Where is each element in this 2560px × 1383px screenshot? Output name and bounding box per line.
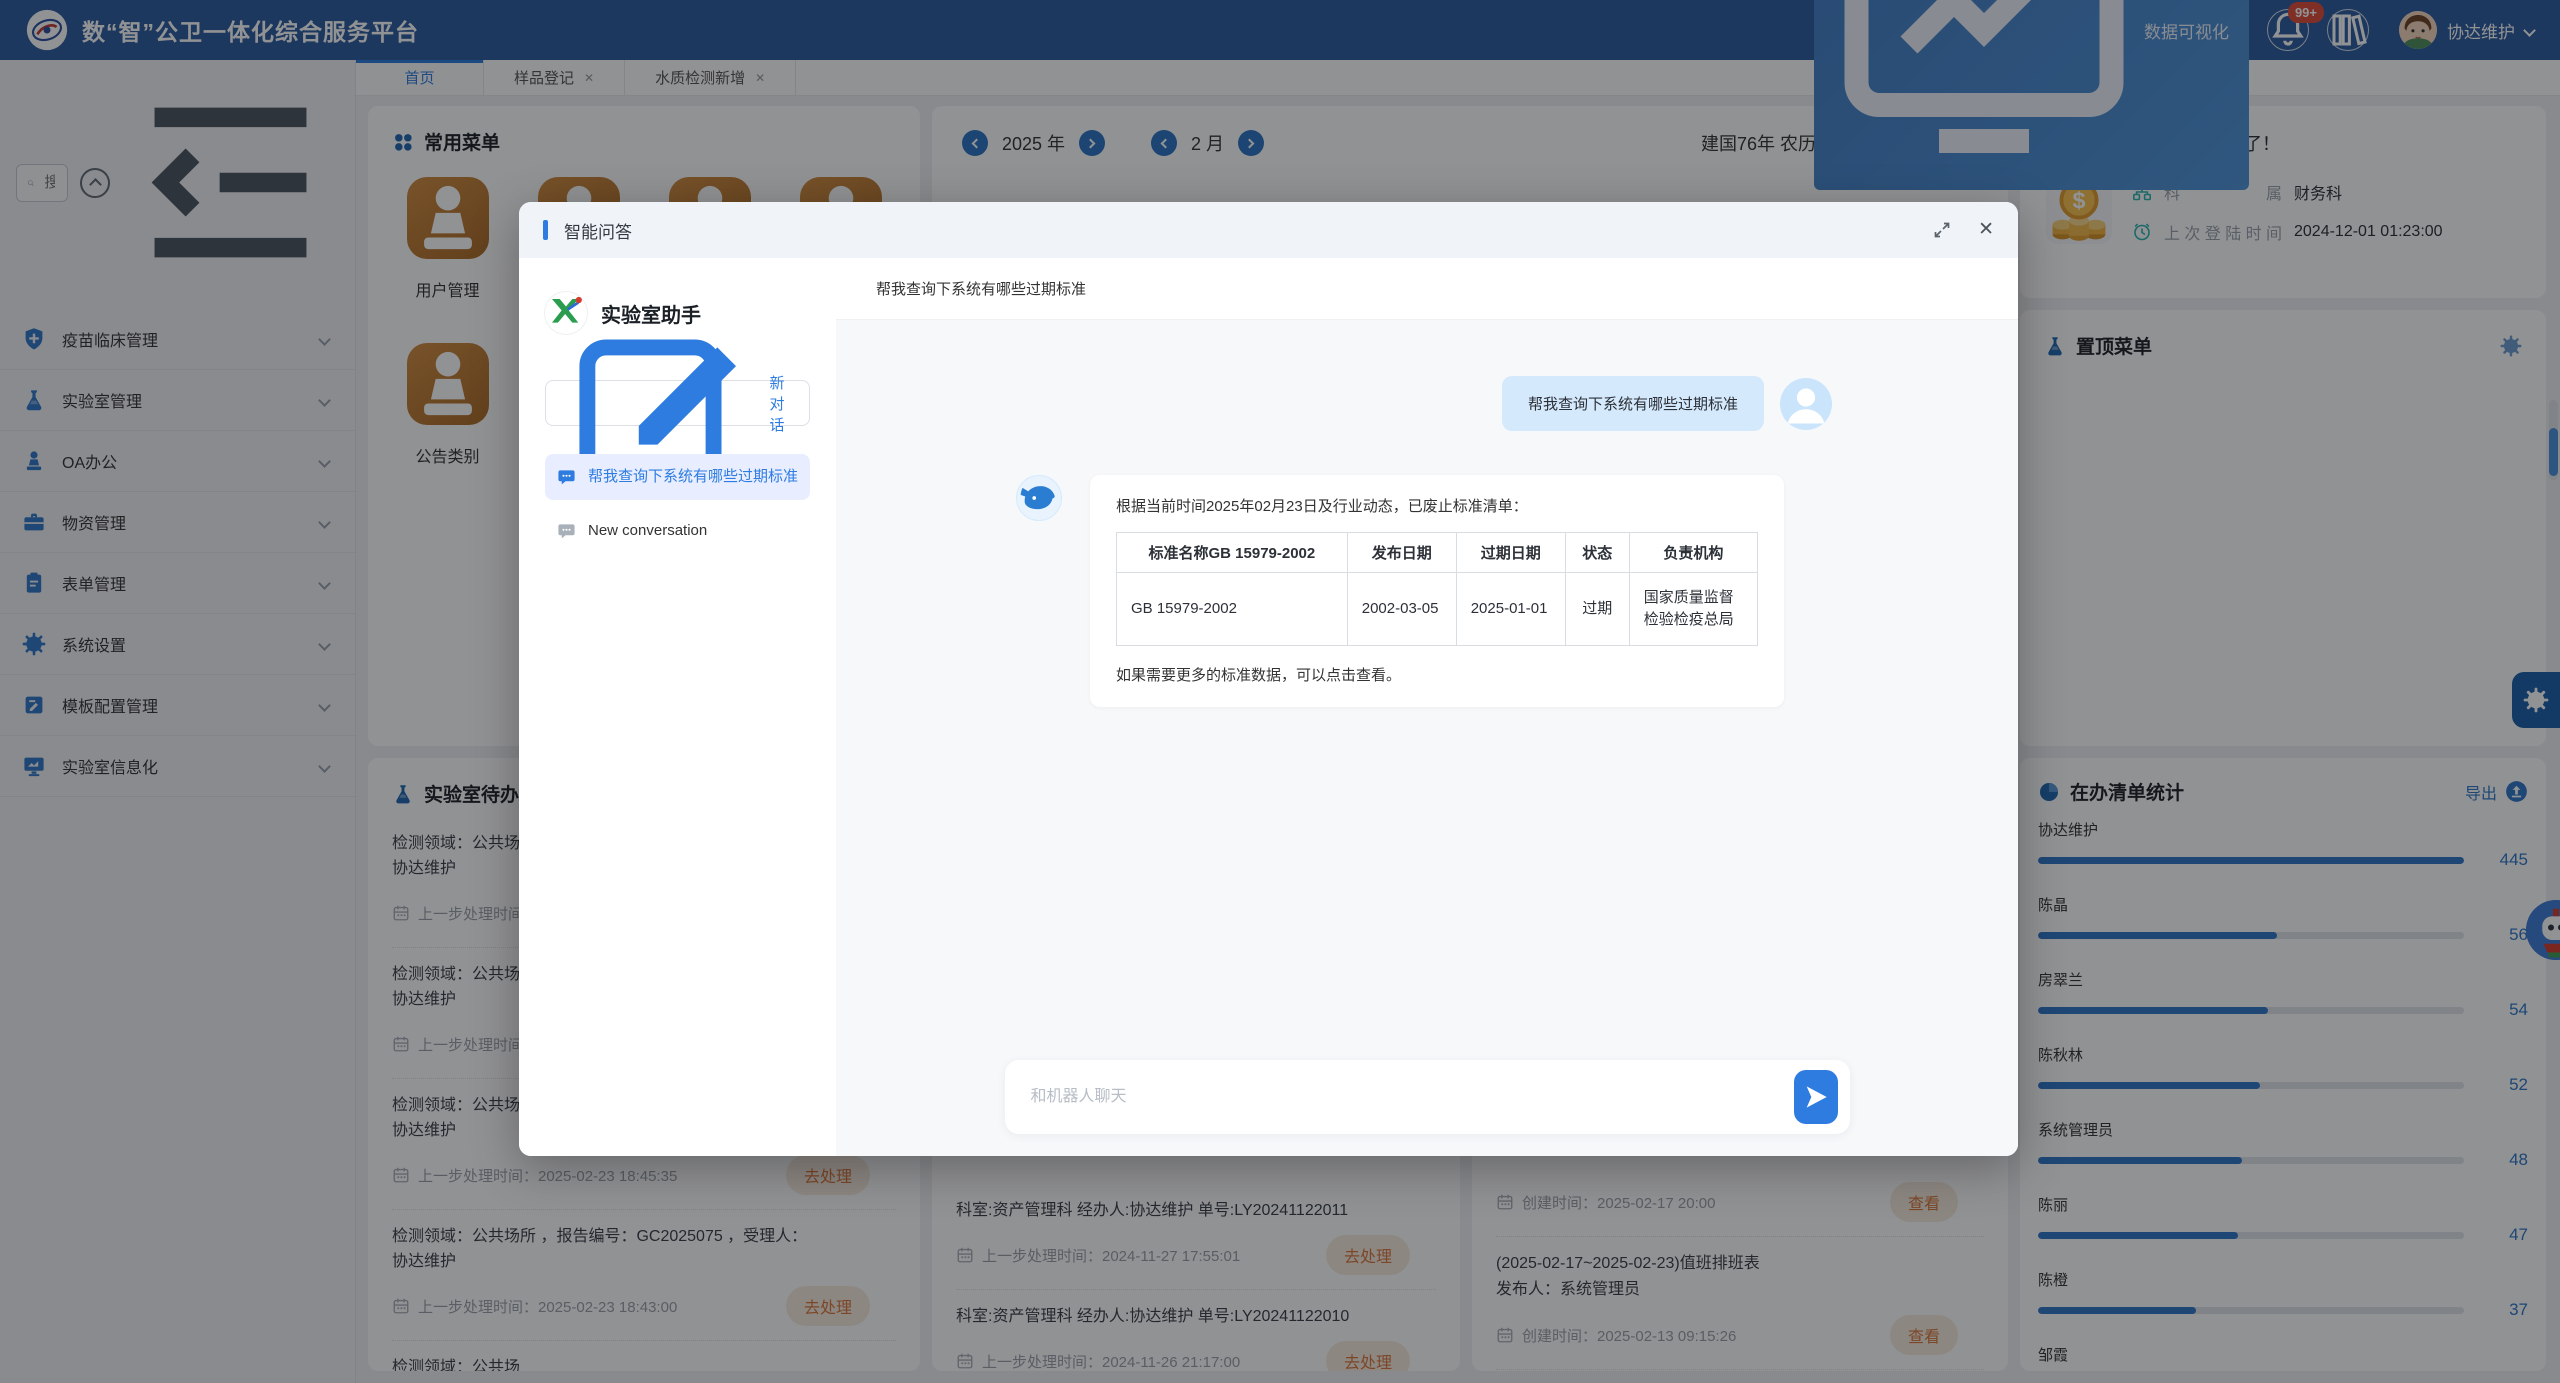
close-icon[interactable]: ✕ xyxy=(1978,219,1994,241)
new-chat-button[interactable]: 新对话 xyxy=(545,380,810,426)
ai-message-row: 根据当前时间2025年02月23日及行业动态，已废止标准清单： 标准名称GB 1… xyxy=(1016,475,1832,707)
table-cell: 国家质量监督检验检疫总局 xyxy=(1629,573,1757,646)
conversation-label: 帮我查询下系统有哪些过期标准 xyxy=(588,466,798,488)
conversation-list: 帮我查询下系统有哪些过期标准 New conversation xyxy=(545,454,810,554)
table-cell: 过期 xyxy=(1565,573,1629,646)
table-cell: 2002-03-05 xyxy=(1347,573,1456,646)
qa-modal: 智能问答 ✕ 实验室助手 新对话 帮我查询下系统有哪些过期标准 New conv… xyxy=(519,202,2018,1156)
table-cell: 2025-01-01 xyxy=(1456,573,1565,646)
conversation-label: New conversation xyxy=(588,520,707,542)
new-chat-label: 新对话 xyxy=(763,372,791,435)
chat-bubble-icon xyxy=(557,522,576,541)
ai-message-card: 根据当前时间2025年02月23日及行业动态，已废止标准清单： 标准名称GB 1… xyxy=(1090,475,1784,707)
ai-whale-icon xyxy=(1016,475,1062,521)
conversation-item[interactable]: New conversation xyxy=(545,508,810,554)
table-header-cell: 标准名称GB 15979-2002 xyxy=(1117,533,1348,573)
app-screen: 数“智”公卫一体化综合服务平台 数据可视化 99+ 协达维护 xyxy=(0,0,2560,1383)
message-scroll-area[interactable]: 帮我查询下系统有哪些过期标准 根据当前时间2025年02月23日及行业动态，已废… xyxy=(836,320,2018,1060)
user-chat-avatar xyxy=(1780,378,1832,430)
ai-outro-text: 如果需要更多的标准数据，可以点击查看。 xyxy=(1116,664,1758,685)
chat-input[interactable] xyxy=(1005,1088,1850,1106)
modal-header: 智能问答 ✕ xyxy=(519,202,2018,258)
table-header-cell: 发布日期 xyxy=(1347,533,1456,573)
chat-bubble-icon xyxy=(557,468,576,487)
chat-area: 帮我查询下系统有哪些过期标准 帮我查询下系统有哪些过期标准 根据当前时间2025… xyxy=(836,258,2018,1156)
send-button[interactable] xyxy=(1794,1070,1838,1124)
maximize-icon[interactable] xyxy=(1932,220,1952,240)
table-cell: GB 15979-2002 xyxy=(1117,573,1348,646)
table-header-cell: 负责机构 xyxy=(1629,533,1757,573)
table-header-cell: 状态 xyxy=(1565,533,1629,573)
standards-table: 标准名称GB 15979-2002发布日期过期日期状态负责机构 GB 15979-… xyxy=(1116,532,1758,646)
conversation-item[interactable]: 帮我查询下系统有哪些过期标准 xyxy=(545,454,810,500)
assistant-sidebar: 实验室助手 新对话 帮我查询下系统有哪些过期标准 New conversatio… xyxy=(519,258,836,1156)
user-message-row: 帮我查询下系统有哪些过期标准 xyxy=(1016,376,1832,431)
chat-title: 帮我查询下系统有哪些过期标准 xyxy=(836,258,2018,320)
send-icon xyxy=(1800,1081,1832,1113)
table-header-cell: 过期日期 xyxy=(1456,533,1565,573)
title-accent-bar xyxy=(543,220,548,240)
chat-input-bar xyxy=(1005,1060,1850,1134)
modal-title: 智能问答 xyxy=(564,218,632,243)
user-message-bubble: 帮我查询下系统有哪些过期标准 xyxy=(1502,376,1764,431)
ai-intro-text: 根据当前时间2025年02月23日及行业动态，已废止标准清单： xyxy=(1116,495,1758,516)
